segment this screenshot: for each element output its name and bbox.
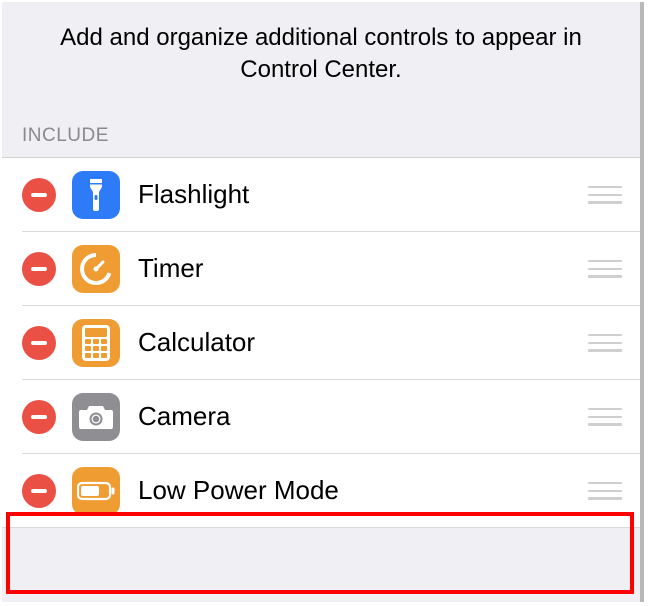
list-item: Flashlight (2, 158, 640, 232)
include-list: Flashlight Timer (2, 157, 640, 528)
list-item: Low Power Mode (2, 454, 640, 528)
list-item-label: Timer (138, 253, 588, 284)
list-item: Camera (2, 380, 640, 454)
calculator-icon (72, 319, 120, 367)
list-item-label: Flashlight (138, 179, 588, 210)
remove-button[interactable] (22, 400, 56, 434)
remove-button[interactable] (22, 326, 56, 360)
remove-button[interactable] (22, 252, 56, 286)
timer-icon (72, 245, 120, 293)
drag-handle-icon[interactable] (588, 480, 622, 502)
drag-handle-icon[interactable] (588, 332, 622, 354)
header: Add and organize additional controls to … (2, 2, 640, 111)
list-item: Calculator (2, 306, 640, 380)
list-item-label: Calculator (138, 327, 588, 358)
remove-button[interactable] (22, 474, 56, 508)
header-description: Add and organize additional controls to … (42, 22, 600, 87)
flashlight-icon (72, 171, 120, 219)
drag-handle-icon[interactable] (588, 258, 622, 280)
battery-icon (72, 467, 120, 515)
drag-handle-icon[interactable] (588, 184, 622, 206)
remove-button[interactable] (22, 178, 56, 212)
list-item-label: Low Power Mode (138, 475, 588, 506)
drag-handle-icon[interactable] (588, 406, 622, 428)
settings-pane: Add and organize additional controls to … (2, 2, 644, 602)
camera-icon (72, 393, 120, 441)
list-item-label: Camera (138, 401, 588, 432)
section-header-include: INCLUDE (2, 111, 640, 157)
list-item: Timer (2, 232, 640, 306)
